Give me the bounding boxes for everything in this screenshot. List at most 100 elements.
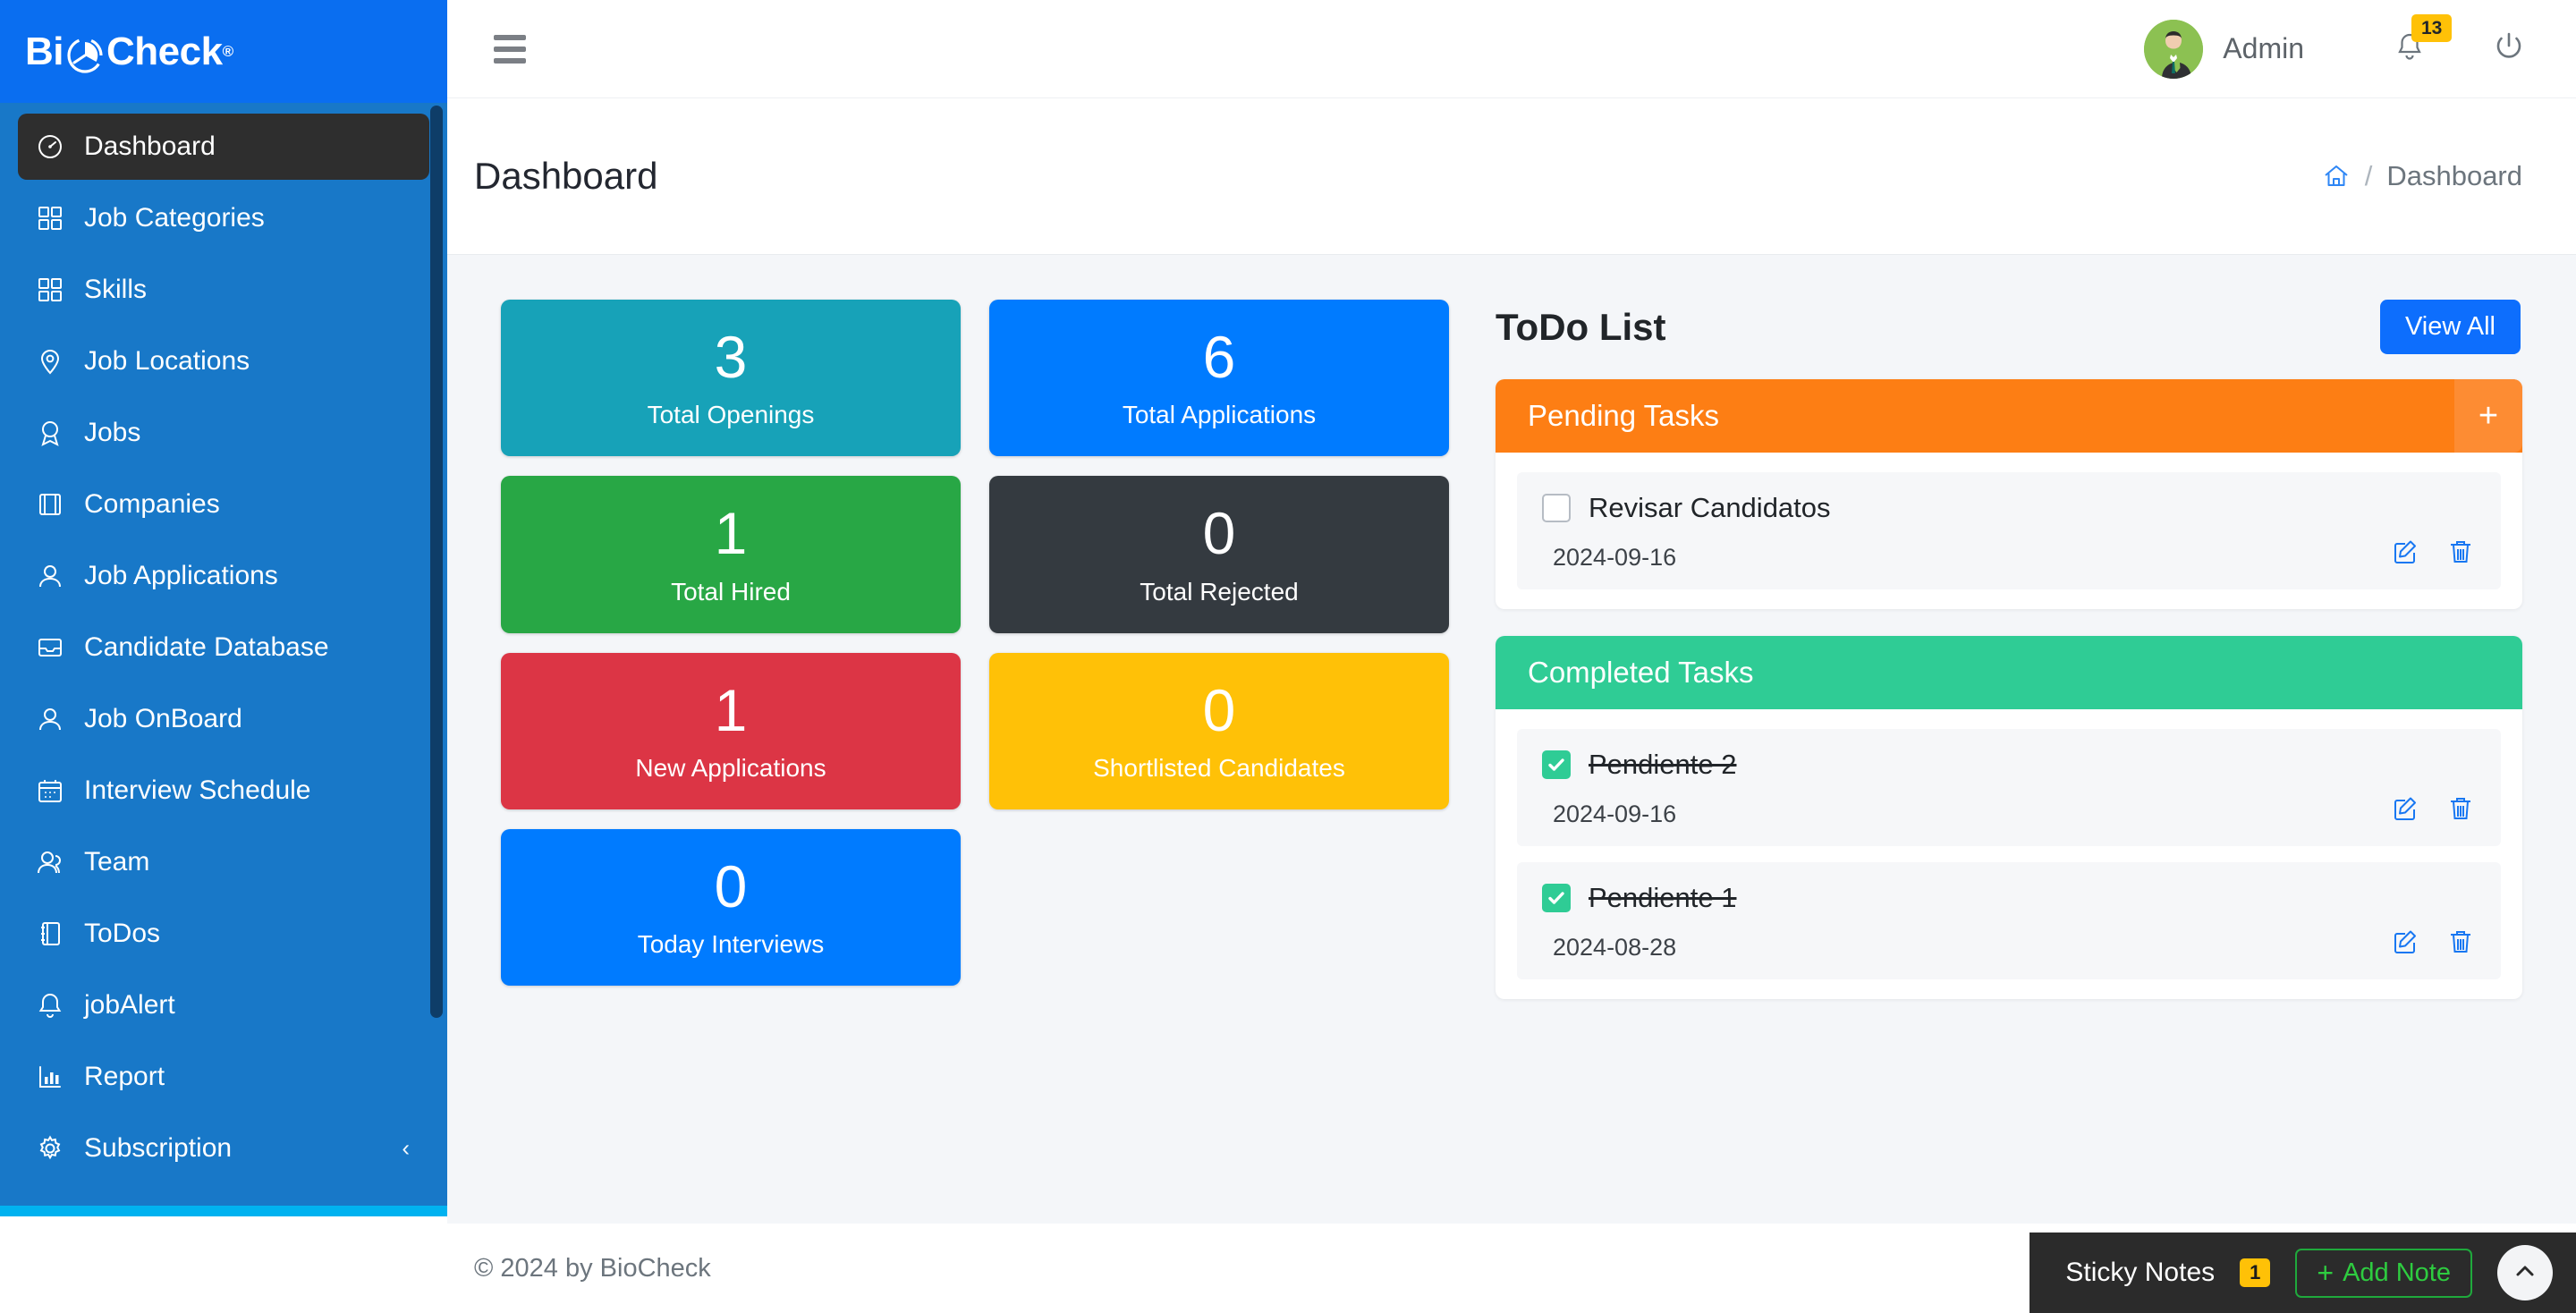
sidebar-item-label: Job Categories bbox=[84, 203, 265, 233]
sidebar-nav: Dashboard Job Categories Skills Job Loca… bbox=[0, 103, 447, 1182]
breadcrumb: / Dashboard bbox=[2322, 160, 2522, 192]
breadcrumb-current: Dashboard bbox=[2386, 160, 2522, 191]
person-icon bbox=[32, 558, 68, 594]
task-checkbox[interactable] bbox=[1542, 884, 1571, 912]
brand-name-part2: Check bbox=[106, 29, 223, 73]
task-line: Revisar Candidatos bbox=[1542, 492, 2476, 524]
sidebar-item-jobs[interactable]: Jobs bbox=[18, 400, 429, 466]
task-actions bbox=[2392, 538, 2474, 570]
stat-value: 0 bbox=[1202, 676, 1236, 743]
stat-card-total-hired[interactable]: 1 Total Hired bbox=[501, 476, 961, 633]
home-icon[interactable] bbox=[2322, 162, 2351, 191]
clock-pie-icon bbox=[65, 36, 105, 75]
sidebar-item-subscription[interactable]: Subscription ‹ bbox=[18, 1115, 429, 1182]
user-avatar-icon[interactable] bbox=[2144, 19, 2204, 79]
sidebar-item-job-categories[interactable]: Job Categories bbox=[18, 185, 429, 251]
stat-card-total-rejected[interactable]: 0 Total Rejected bbox=[989, 476, 1449, 633]
speedometer-icon bbox=[32, 129, 68, 165]
task-name: Pendiente 1 bbox=[1589, 882, 1737, 913]
sidebar-item-label: Subscription bbox=[84, 1133, 233, 1163]
chevron-up-icon bbox=[2513, 1260, 2537, 1286]
sidebar-item-candidate-database[interactable]: Candidate Database bbox=[18, 614, 429, 681]
task-actions bbox=[2392, 795, 2474, 826]
sidebar-item-skills[interactable]: Skills bbox=[18, 257, 429, 323]
todo-panel-header: ToDo List View All bbox=[1496, 300, 2522, 354]
stat-card-total-openings[interactable]: 3 Total Openings bbox=[501, 300, 961, 457]
sidebar-item-report[interactable]: Report bbox=[18, 1044, 429, 1110]
stats-column-right: 6 Total Applications 0 Total Rejected 0 … bbox=[989, 300, 1449, 809]
sticky-notes-count-badge: 1 bbox=[2240, 1258, 2271, 1287]
task-name: Pendiente 2 bbox=[1589, 749, 1737, 780]
plus-icon: + bbox=[2317, 1257, 2334, 1289]
page-title: Dashboard bbox=[474, 155, 658, 197]
task-line: Pendiente 1 bbox=[1542, 882, 2476, 914]
brand-name-part1: Bi bbox=[25, 29, 64, 73]
sidebar-item-todos[interactable]: ToDos bbox=[18, 901, 429, 967]
sticky-notes-collapse-button[interactable] bbox=[2497, 1245, 2553, 1300]
sidebar-bottom-accent bbox=[0, 1206, 447, 1216]
stat-label: Total Hired bbox=[671, 577, 791, 606]
stat-card-new-applications[interactable]: 1 New Applications bbox=[501, 652, 961, 809]
brand-logo-text: Bi Check ® bbox=[25, 30, 233, 74]
add-task-button[interactable]: + bbox=[2454, 379, 2522, 453]
stat-label: Total Rejected bbox=[1140, 577, 1299, 606]
topbar-right-group: Admin 13 bbox=[2144, 14, 2576, 79]
sidebar-scrollbar[interactable] bbox=[430, 106, 443, 1197]
brand-logo[interactable]: Bi Check ® bbox=[0, 0, 447, 103]
add-note-label: Add Note bbox=[2343, 1258, 2451, 1287]
app-root: Bi Check ® Dashboard Job Categories Skil… bbox=[0, 0, 2576, 1313]
stat-card-shortlisted-candidates[interactable]: 0 Shortlisted Candidates bbox=[989, 652, 1449, 809]
sidebar-item-dashboard[interactable]: Dashboard bbox=[18, 114, 429, 180]
task-checkbox[interactable] bbox=[1542, 494, 1571, 522]
stat-card-total-applications[interactable]: 6 Total Applications bbox=[989, 300, 1449, 457]
sidebar-item-jobalert[interactable]: jobAlert bbox=[18, 972, 429, 1038]
stat-label: Today Interviews bbox=[637, 930, 825, 959]
sidebar-item-label: Dashboard bbox=[84, 131, 216, 161]
sidebar-item-label: Job OnBoard bbox=[84, 704, 242, 733]
power-icon[interactable] bbox=[2492, 30, 2526, 68]
hamburger-icon[interactable] bbox=[494, 34, 526, 64]
notification-bell-icon[interactable]: 13 bbox=[2394, 14, 2453, 67]
sidebar-item-label: Team bbox=[84, 847, 150, 877]
task-date: 2024-09-16 bbox=[1553, 801, 1677, 827]
topbar: Admin 13 bbox=[447, 0, 2576, 98]
pencil-square-icon[interactable] bbox=[2392, 538, 2419, 570]
stats-column-left: 3 Total Openings 1 Total Hired 1 New App… bbox=[501, 300, 961, 987]
sidebar-item-job-locations[interactable]: Job Locations bbox=[18, 328, 429, 394]
sidebar: Bi Check ® Dashboard Job Categories Skil… bbox=[0, 0, 447, 1206]
bar-chart-icon bbox=[32, 1059, 68, 1095]
sidebar-scrollbar-thumb[interactable] bbox=[430, 106, 443, 1018]
person-icon bbox=[32, 701, 68, 737]
stat-value: 1 bbox=[714, 500, 748, 567]
trash-icon[interactable] bbox=[2447, 538, 2474, 570]
trash-icon[interactable] bbox=[2447, 795, 2474, 826]
task-checkbox[interactable] bbox=[1542, 750, 1571, 779]
pencil-square-icon[interactable] bbox=[2392, 928, 2419, 960]
sidebar-item-companies[interactable]: Companies bbox=[18, 471, 429, 538]
pencil-square-icon[interactable] bbox=[2392, 795, 2419, 826]
completed-tasks-title: Completed Tasks bbox=[1528, 656, 1754, 689]
stat-value: 0 bbox=[714, 852, 748, 919]
view-all-button[interactable]: View All bbox=[2379, 300, 2521, 354]
sidebar-item-label: Skills bbox=[84, 275, 148, 304]
task-actions bbox=[2392, 928, 2474, 960]
sidebar-item-label: Jobs bbox=[84, 418, 141, 447]
inbox-tray-icon bbox=[32, 630, 68, 665]
chevron-left-icon[interactable]: ‹ bbox=[402, 1135, 410, 1163]
grid-squares-icon bbox=[32, 200, 68, 236]
sidebar-item-team[interactable]: Team bbox=[18, 829, 429, 895]
stat-value: 6 bbox=[1202, 324, 1236, 390]
stat-card-today-interviews[interactable]: 0 Today Interviews bbox=[501, 828, 961, 987]
add-note-button[interactable]: + Add Note bbox=[2295, 1248, 2472, 1298]
sidebar-item-interview-schedule[interactable]: Interview Schedule bbox=[18, 758, 429, 824]
gear-icon bbox=[32, 1131, 68, 1166]
notebook-icon bbox=[32, 916, 68, 952]
trash-icon[interactable] bbox=[2447, 928, 2474, 960]
sidebar-item-label: Interview Schedule bbox=[84, 775, 311, 805]
sidebar-item-label: ToDos bbox=[84, 919, 161, 948]
page-header: Dashboard / Dashboard bbox=[447, 98, 2576, 255]
sidebar-item-job-applications[interactable]: Job Applications bbox=[18, 543, 429, 609]
sidebar-item-job-onboard[interactable]: Job OnBoard bbox=[18, 686, 429, 752]
completed-tasks-card: Completed Tasks Pendiente 2 2024-09-16 P… bbox=[1496, 636, 2522, 999]
task-line: Pendiente 2 bbox=[1542, 749, 2476, 781]
